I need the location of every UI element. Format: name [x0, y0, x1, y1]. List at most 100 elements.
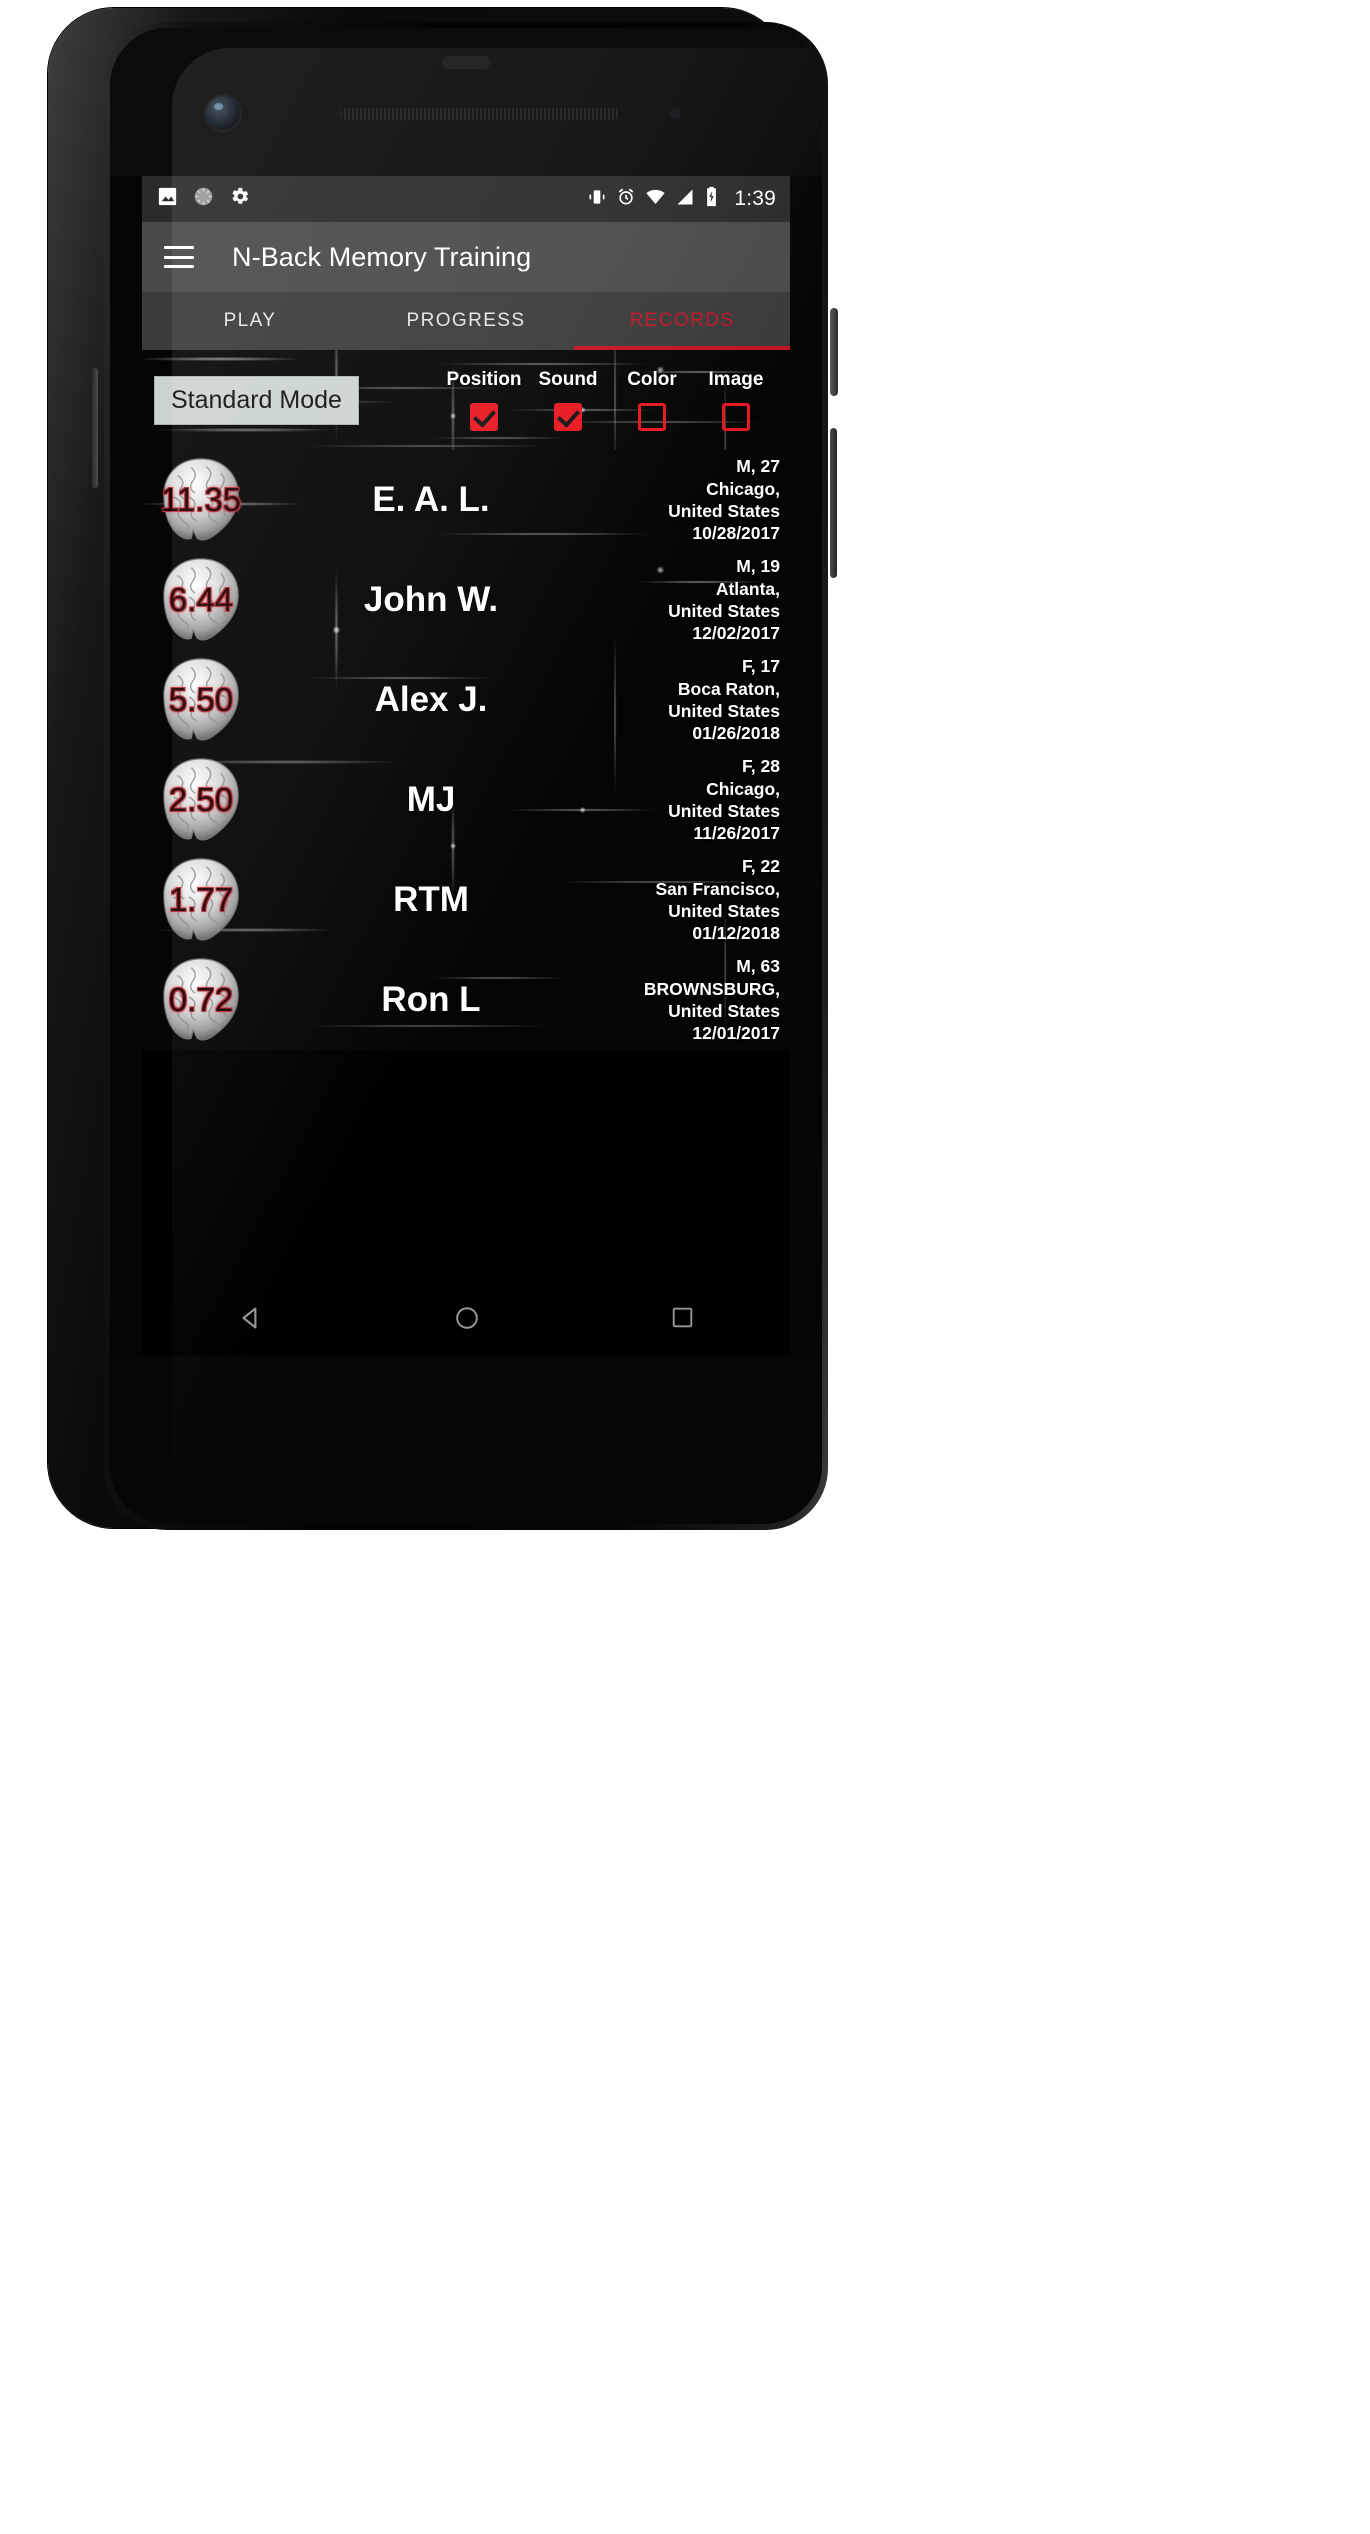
record-name: Ron L	[381, 980, 481, 1019]
record-meta: M, 63 BROWNSBURG, United States 12/01/20…	[602, 955, 780, 1045]
record-city: Atlanta,	[715, 578, 780, 599]
record-score-badge: 11.35	[152, 454, 250, 546]
record-country: United States	[668, 901, 780, 921]
phone-bottom-bezel	[110, 1356, 822, 1524]
record-meta: F, 17 Boca Raton, United States 01/26/20…	[602, 655, 780, 745]
record-sex-age: M, 19	[736, 556, 780, 577]
record-score-badge: 1.77	[152, 854, 250, 946]
tab-progress[interactable]: PROGRESS	[358, 292, 574, 350]
record-country: United States	[668, 701, 780, 721]
phone-volume-button[interactable]	[830, 428, 837, 578]
android-nav-bar	[142, 1284, 790, 1356]
record-sex-age: F, 17	[742, 656, 780, 677]
record-row[interactable]: 6.44 John W. M, 19 Atlanta, United State…	[142, 550, 790, 650]
record-name: John W.	[363, 580, 499, 619]
record-date: 12/01/2017	[692, 1023, 780, 1044]
app-bar: N-Back Memory Training	[142, 222, 790, 292]
tab-play[interactable]: PLAY	[142, 292, 358, 350]
mode-selector-button[interactable]: Standard Mode	[154, 375, 359, 425]
record-name: MJ	[406, 780, 456, 819]
phone-power-button[interactable]	[830, 308, 838, 396]
status-bar: 1:39	[142, 176, 790, 222]
checkbox-image[interactable]: Image	[694, 369, 778, 431]
checkbox-color[interactable]: Color	[610, 369, 694, 431]
record-score-badge: 5.50	[152, 654, 250, 746]
checkbox-label-position: Position	[446, 369, 522, 390]
status-bar-system-icons: 1:39	[587, 186, 776, 212]
recents-square-icon[interactable]	[669, 1304, 696, 1336]
status-bar-clock: 1:39	[734, 187, 776, 210]
front-camera-icon	[206, 96, 240, 130]
checkbox-position[interactable]: Position	[442, 369, 526, 431]
record-date: 10/28/2017	[692, 523, 780, 544]
gear-icon	[228, 185, 251, 213]
record-date: 11/26/2017	[693, 823, 780, 844]
tab-records[interactable]: RECORDS	[574, 292, 790, 350]
alarm-icon	[616, 187, 636, 212]
checkbox-color-box[interactable]	[638, 403, 666, 431]
record-city: Boca Raton,	[677, 678, 780, 699]
record-date: 01/26/2018	[692, 723, 780, 744]
back-triangle-icon[interactable]	[236, 1303, 266, 1338]
status-bar-notification-icons	[156, 185, 251, 213]
record-score: 6.44	[168, 581, 234, 618]
record-meta: F, 22 San Francisco, United States 01/12…	[602, 855, 781, 945]
record-date: 12/02/2017	[692, 623, 780, 644]
phone-left-button[interactable]	[92, 368, 98, 488]
record-score: 5.50	[168, 681, 234, 718]
record-name: E. A. L.	[372, 480, 490, 519]
record-city: Chicago,	[706, 478, 780, 499]
record-name: RTM	[393, 880, 469, 919]
record-sex-age: M, 63	[736, 956, 780, 977]
record-score-badge: 0.72	[152, 954, 250, 1046]
record-country: United States	[668, 1001, 780, 1021]
record-country: United States	[668, 801, 780, 821]
page-title: N-Back Memory Training	[232, 241, 532, 272]
wifi-icon	[645, 186, 666, 212]
record-meta: F, 28 Chicago, United States 11/26/2017	[602, 755, 780, 845]
record-row[interactable]: 5.50 Alex J. F, 17 Boca Raton, United St…	[142, 650, 790, 750]
phone-frame-outer: 1:39 N-Back Memory Training PLAY PROGRES…	[48, 8, 838, 1530]
camera-glint	[214, 103, 223, 110]
record-row[interactable]: 2.50 MJ F, 28 Chicago, United States 11/…	[142, 750, 790, 850]
screenshot-root: 1:39 N-Back Memory Training PLAY PROGRES…	[0, 0, 1370, 2534]
checkbox-sound-box[interactable]	[554, 403, 582, 431]
home-circle-icon[interactable]	[453, 1304, 481, 1337]
signal-icon	[675, 187, 695, 212]
phone-screen-area: 1:39 N-Back Memory Training PLAY PROGRES…	[110, 28, 822, 1524]
record-score-badge: 2.50	[152, 754, 250, 846]
checkbox-position-box[interactable]	[470, 403, 498, 431]
record-score-badge: 6.44	[152, 554, 250, 646]
checkbox-image-box[interactable]	[722, 403, 750, 431]
record-score: 1.77	[168, 881, 234, 918]
earpiece-speaker-grille	[340, 106, 620, 120]
phone-top-bezel	[110, 28, 822, 176]
checkbox-label-color: Color	[627, 369, 677, 390]
record-score: 11.35	[160, 481, 242, 518]
mode-and-modality-row: Standard Mode Position Sound Color Image	[142, 350, 790, 450]
record-row[interactable]: 1.77 RTM F, 22 San Francisco, United Sta…	[142, 850, 790, 950]
record-row[interactable]: 11.35 E. A. L. M, 27 Chicago, United Sta…	[142, 450, 790, 550]
record-row[interactable]: 0.72 Ron L M, 63 BROWNSBURG, United Stat…	[142, 950, 790, 1050]
progress-circle-icon	[193, 186, 214, 212]
record-city: Chicago,	[706, 778, 780, 799]
tab-bar: PLAY PROGRESS RECORDS	[142, 292, 790, 350]
record-score: 0.72	[168, 981, 234, 1018]
record-sex-age: F, 22	[742, 856, 780, 877]
earpiece-notch	[442, 56, 490, 69]
record-meta: M, 27 Chicago, United States 10/28/2017	[602, 455, 780, 545]
modality-checkbox-group: Position Sound Color Image	[442, 369, 778, 431]
record-city: San Francisco,	[655, 878, 781, 899]
record-city: BROWNSBURG,	[643, 978, 780, 999]
record-country: United States	[668, 501, 780, 521]
record-country: United States	[668, 601, 780, 621]
checkbox-label-image: Image	[708, 369, 764, 390]
records-list: 11.35 E. A. L. M, 27 Chicago, United Sta…	[142, 450, 790, 1050]
hamburger-menu-icon[interactable]	[164, 246, 194, 268]
vibrate-icon	[587, 187, 607, 212]
record-score: 2.50	[168, 781, 234, 818]
record-sex-age: M, 27	[736, 456, 780, 477]
checkbox-sound[interactable]: Sound	[526, 369, 610, 431]
record-date: 01/12/2018	[692, 923, 780, 944]
device-screen: 1:39 N-Back Memory Training PLAY PROGRES…	[142, 176, 790, 1356]
